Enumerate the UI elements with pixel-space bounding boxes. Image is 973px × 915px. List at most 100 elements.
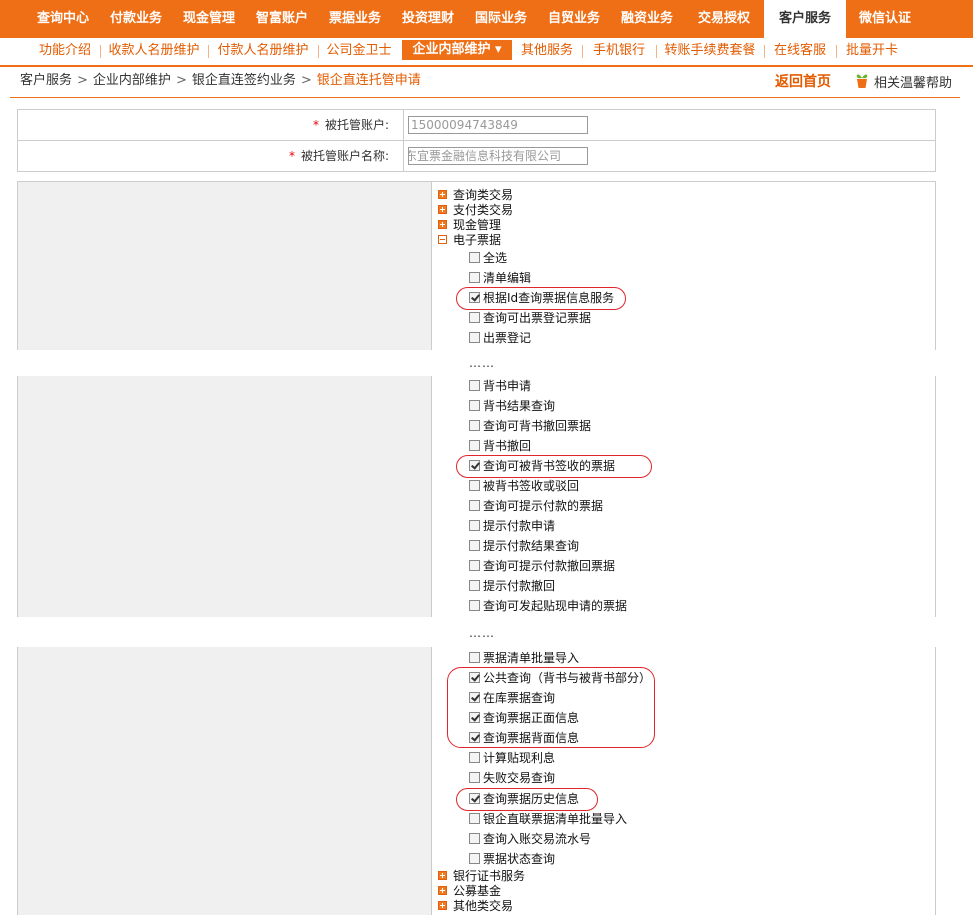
checkbox[interactable] — [469, 771, 480, 783]
breadcrumb-item-internal[interactable]: 企业内部维护 — [93, 73, 171, 88]
checkbox[interactable] — [469, 439, 480, 451]
return-home-link[interactable]: 返回首页 — [775, 71, 831, 91]
sub-nav-item-other-services[interactable]: 其他服务 — [514, 40, 580, 62]
account-name-field[interactable]: 东宜票金融信息科技有限公司 — [408, 147, 588, 165]
checkbox[interactable] — [469, 651, 480, 663]
checkbox-item[interactable]: 清单编辑 — [469, 270, 531, 287]
checkbox-item[interactable]: 失败交易查询 — [469, 770, 555, 787]
sub-nav-item-payer-list[interactable]: 付款人名册维护 — [212, 40, 314, 62]
checkbox-item[interactable]: 查询可提示付款撤回票据 — [469, 558, 615, 575]
checkbox-checked[interactable] — [469, 459, 480, 471]
checkbox-item[interactable]: 查询票据背面信息 — [469, 730, 579, 747]
checkbox[interactable] — [469, 419, 480, 431]
tree-node-public-fund[interactable]: 公募基金 — [438, 884, 501, 899]
checkbox-item[interactable]: 查询可提示付款的票据 — [469, 498, 603, 515]
checkbox-item[interactable]: 银企直联票据清单批量导入 — [469, 811, 627, 828]
checkbox-item[interactable]: 出票登记 — [469, 330, 531, 347]
checkbox[interactable] — [469, 399, 480, 411]
expand-plus-icon[interactable] — [438, 219, 447, 229]
checkbox-item[interactable]: 查询可被背书签收的票据 — [469, 458, 615, 475]
checkbox-item[interactable]: 背书结果查询 — [469, 398, 555, 415]
checkbox-checked[interactable] — [469, 792, 480, 804]
checkbox-item[interactable]: 查询票据正面信息 — [469, 710, 579, 727]
checkbox-item[interactable]: 根据Id查询票据信息服务 — [469, 290, 614, 307]
top-nav-item-query[interactable]: 查询中心 — [26, 0, 100, 38]
checkbox-item[interactable]: 查询可背书撤回票据 — [469, 418, 591, 435]
expand-plus-icon[interactable] — [438, 204, 447, 214]
tree-node-other[interactable]: 其他类交易 — [438, 899, 513, 914]
checkbox-item[interactable]: 提示付款撤回 — [469, 578, 555, 595]
sub-nav-item-fee-package[interactable]: 转账手续费套餐 — [660, 40, 760, 62]
sub-nav-item-mobile-bank[interactable]: 手机银行 — [586, 40, 652, 62]
tree-node-certificate[interactable]: 银行证书服务 — [438, 869, 525, 884]
checkbox-checked[interactable] — [469, 711, 480, 723]
top-nav-item-payment[interactable]: 付款业务 — [100, 0, 172, 38]
top-nav-item-bills[interactable]: 票据业务 — [318, 0, 392, 38]
breadcrumb-item-direct-link[interactable]: 银企直连签约业务 — [192, 73, 296, 88]
checkbox-item[interactable]: 在库票据查询 — [469, 690, 555, 707]
top-nav-item-financing[interactable]: 融资业务 — [610, 0, 684, 38]
expand-plus-icon[interactable] — [438, 900, 447, 910]
tree-node-e-bills[interactable]: 电子票据 — [438, 233, 501, 248]
checkbox-item[interactable]: 查询可发起贴现申请的票据 — [469, 598, 627, 615]
checkbox[interactable] — [469, 599, 480, 611]
checkbox-item[interactable]: 背书撤回 — [469, 438, 531, 455]
expand-plus-icon[interactable] — [438, 189, 447, 199]
checkbox-item[interactable]: 查询入账交易流水号 — [469, 831, 591, 848]
checkbox-item[interactable]: 公共查询（背书与被背书部分） — [469, 670, 651, 687]
top-nav-item-authorization[interactable]: 交易授权 — [684, 0, 764, 38]
checkbox[interactable] — [469, 499, 480, 511]
checkbox-item[interactable]: 被背书签收或驳回 — [469, 478, 579, 495]
checkbox[interactable] — [469, 519, 480, 531]
tree-node-payment[interactable]: 支付类交易 — [438, 203, 513, 218]
checkbox[interactable] — [469, 539, 480, 551]
checkbox[interactable] — [469, 579, 480, 591]
top-nav-item-free-trade[interactable]: 自贸业务 — [538, 0, 610, 38]
collapse-minus-icon[interactable] — [438, 234, 447, 244]
checkbox-item[interactable]: 提示付款申请 — [469, 518, 555, 535]
checkbox[interactable] — [469, 832, 480, 844]
checkbox[interactable] — [469, 479, 480, 491]
checkbox-checked[interactable] — [469, 291, 480, 303]
tree-node-query[interactable]: 查询类交易 — [438, 188, 513, 203]
checkbox[interactable] — [469, 311, 480, 323]
checkbox-checked[interactable] — [469, 671, 480, 683]
sub-nav-item-guard[interactable]: 公司金卫士 — [322, 40, 396, 62]
sub-nav-item-internal-maintenance[interactable]: 企业内部维护 ▾ — [402, 40, 512, 60]
checkbox-checked[interactable] — [469, 691, 480, 703]
top-nav-item-wealth-account[interactable]: 智富账户 — [246, 0, 318, 38]
help-link[interactable]: 相关温馨帮助 — [853, 71, 952, 91]
sub-nav-item-payee-list[interactable]: 收款人名册维护 — [104, 40, 204, 62]
checkbox-item[interactable]: 查询可出票登记票据 — [469, 310, 591, 327]
sub-nav-item-intro[interactable]: 功能介绍 — [30, 40, 100, 62]
top-nav-item-customer-service[interactable]: 客户服务 — [764, 0, 846, 38]
checkbox-item[interactable]: 背书申请 — [469, 378, 531, 395]
checkbox[interactable] — [469, 331, 480, 343]
sub-nav-item-batch-card[interactable]: 批量开卡 — [840, 40, 904, 62]
top-nav-item-wechat-auth[interactable]: 微信认证 — [846, 0, 924, 38]
checkbox-item[interactable]: 票据清单批量导入 — [469, 650, 579, 667]
checkbox-item[interactable]: 查询票据历史信息 — [469, 791, 579, 808]
tree-node-label: 其他类交易 — [453, 899, 514, 913]
checkbox[interactable] — [469, 852, 480, 864]
checkbox-item[interactable]: 全选 — [469, 250, 507, 267]
checkbox[interactable] — [469, 271, 480, 283]
checkbox[interactable] — [469, 812, 480, 824]
account-field[interactable]: 15000094743849 — [408, 116, 588, 134]
checkbox-item[interactable]: 票据状态查询 — [469, 851, 555, 868]
expand-plus-icon[interactable] — [438, 870, 447, 880]
sub-nav-item-online-service[interactable]: 在线客服 — [768, 40, 832, 62]
breadcrumb-item-customer-service[interactable]: 客户服务 — [20, 73, 72, 88]
top-nav-item-international[interactable]: 国际业务 — [464, 0, 538, 38]
top-nav-item-investment[interactable]: 投资理财 — [392, 0, 464, 38]
checkbox[interactable] — [469, 751, 480, 763]
top-nav-item-cash[interactable]: 现金管理 — [172, 0, 246, 38]
checkbox-item[interactable]: 提示付款结果查询 — [469, 538, 579, 555]
checkbox[interactable] — [469, 379, 480, 391]
tree-node-cash[interactable]: 现金管理 — [438, 218, 501, 233]
checkbox[interactable] — [469, 251, 480, 263]
checkbox[interactable] — [469, 559, 480, 571]
checkbox-checked[interactable] — [469, 731, 480, 743]
expand-plus-icon[interactable] — [438, 885, 447, 895]
checkbox-item[interactable]: 计算贴现利息 — [469, 750, 555, 767]
